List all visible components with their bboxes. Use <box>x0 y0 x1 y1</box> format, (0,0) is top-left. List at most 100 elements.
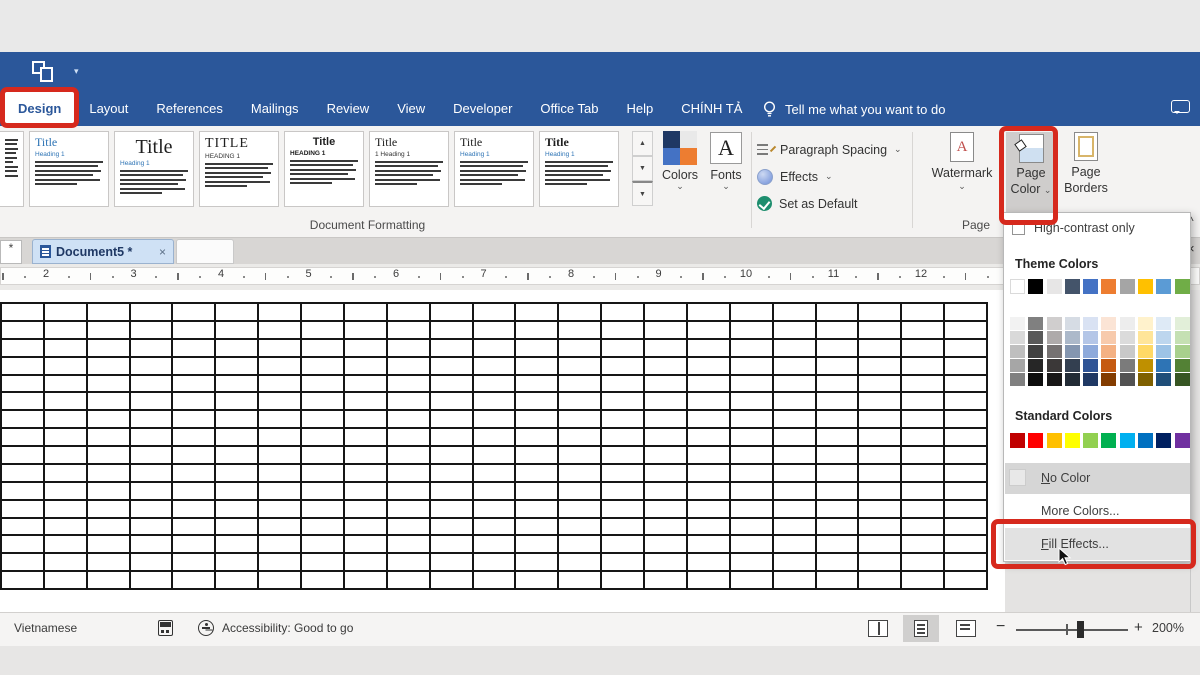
table-cell[interactable] <box>516 376 557 392</box>
active-document-tab[interactable]: Document5 * × <box>32 239 174 264</box>
variant-color-swatch[interactable] <box>1047 331 1062 344</box>
table-cell[interactable] <box>388 536 429 552</box>
table-cell[interactable] <box>302 519 343 535</box>
table-cell[interactable] <box>259 536 300 552</box>
table-cell[interactable] <box>345 322 386 338</box>
style-set-item[interactable] <box>0 131 24 207</box>
table-cell[interactable] <box>859 358 900 374</box>
table-cell[interactable] <box>2 483 43 499</box>
table-cell[interactable] <box>431 429 472 445</box>
table-cell[interactable] <box>345 554 386 570</box>
table-cell[interactable] <box>559 483 600 499</box>
variant-color-swatch[interactable] <box>1028 345 1043 358</box>
no-color-item[interactable]: No Color <box>1005 463 1190 494</box>
table-cell[interactable] <box>302 340 343 356</box>
table-cell[interactable] <box>774 519 815 535</box>
table-cell[interactable] <box>173 519 214 535</box>
table-cell[interactable] <box>645 429 686 445</box>
table-cell[interactable] <box>516 554 557 570</box>
variant-color-swatch[interactable] <box>1083 373 1098 386</box>
table-cell[interactable] <box>688 429 729 445</box>
table-cell[interactable] <box>559 501 600 517</box>
table-cell[interactable] <box>688 376 729 392</box>
table-cell[interactable] <box>302 536 343 552</box>
table-cell[interactable] <box>2 429 43 445</box>
table-cell[interactable] <box>645 304 686 320</box>
table-cell[interactable] <box>302 376 343 392</box>
table-cell[interactable] <box>2 447 43 463</box>
table-cell[interactable] <box>516 304 557 320</box>
table-cell[interactable] <box>474 483 515 499</box>
table-cell[interactable] <box>602 447 643 463</box>
table-cell[interactable] <box>559 322 600 338</box>
variant-color-swatch[interactable] <box>1175 359 1190 372</box>
table-cell[interactable] <box>2 465 43 481</box>
table-cell[interactable] <box>173 501 214 517</box>
table-cell[interactable] <box>259 572 300 588</box>
table-cell[interactable] <box>345 429 386 445</box>
table-cell[interactable] <box>345 572 386 588</box>
style-set-item[interactable]: Title1 Heading 1 <box>369 131 449 207</box>
standard-color-swatch[interactable] <box>1138 433 1153 448</box>
table-cell[interactable] <box>131 447 172 463</box>
table-cell[interactable] <box>859 411 900 427</box>
standard-color-swatch[interactable] <box>1156 433 1171 448</box>
variant-color-swatch[interactable] <box>1175 317 1190 330</box>
ribbon-tab-chính-tả[interactable]: CHÍNH TẢ <box>667 92 756 126</box>
watermark-button[interactable]: A Watermark ⌄ <box>918 132 1006 191</box>
table-cell[interactable] <box>131 483 172 499</box>
table-cell[interactable] <box>602 393 643 409</box>
variant-color-swatch[interactable] <box>1138 331 1153 344</box>
table-cell[interactable] <box>431 340 472 356</box>
table-cell[interactable] <box>173 376 214 392</box>
table-cell[interactable] <box>88 393 129 409</box>
table-cell[interactable] <box>431 322 472 338</box>
variant-color-swatch[interactable] <box>1083 317 1098 330</box>
proofing-icon[interactable] <box>158 620 173 636</box>
table-cell[interactable] <box>88 322 129 338</box>
variant-color-swatch[interactable] <box>1138 345 1153 358</box>
variant-color-swatch[interactable] <box>1101 331 1116 344</box>
table-cell[interactable] <box>345 358 386 374</box>
table-cell[interactable] <box>259 322 300 338</box>
table-cell[interactable] <box>216 358 257 374</box>
table-cell[interactable] <box>645 536 686 552</box>
standard-color-swatch[interactable] <box>1065 433 1080 448</box>
table-cell[interactable] <box>259 340 300 356</box>
table-cell[interactable] <box>859 393 900 409</box>
table-cell[interactable] <box>474 322 515 338</box>
variant-color-swatch[interactable] <box>1028 359 1043 372</box>
table-cell[interactable] <box>45 358 86 374</box>
table-cell[interactable] <box>902 501 943 517</box>
table-cell[interactable] <box>2 376 43 392</box>
table-cell[interactable] <box>302 393 343 409</box>
table-cell[interactable] <box>516 393 557 409</box>
theme-color-swatch[interactable] <box>1028 279 1043 294</box>
table-cell[interactable] <box>2 340 43 356</box>
variant-color-swatch[interactable] <box>1065 331 1080 344</box>
gallery-scroll-up-button[interactable]: ▲ <box>632 131 653 156</box>
table-cell[interactable] <box>731 358 772 374</box>
table-cell[interactable] <box>774 501 815 517</box>
table-cell[interactable] <box>173 465 214 481</box>
table-cell[interactable] <box>345 519 386 535</box>
language-status[interactable]: Vietnamese <box>14 621 77 635</box>
table-cell[interactable] <box>302 322 343 338</box>
variant-color-swatch[interactable] <box>1065 373 1080 386</box>
table-cell[interactable] <box>259 447 300 463</box>
theme-color-swatch[interactable] <box>1083 279 1098 294</box>
table-cell[interactable] <box>688 447 729 463</box>
table-cell[interactable] <box>302 572 343 588</box>
table-cell[interactable] <box>474 519 515 535</box>
table-cell[interactable] <box>45 572 86 588</box>
table-cell[interactable] <box>731 519 772 535</box>
table-cell[interactable] <box>688 519 729 535</box>
table-cell[interactable] <box>388 447 429 463</box>
table-cell[interactable] <box>774 483 815 499</box>
table-cell[interactable] <box>817 554 858 570</box>
variant-color-swatch[interactable] <box>1175 345 1190 358</box>
table-cell[interactable] <box>817 429 858 445</box>
table-cell[interactable] <box>559 465 600 481</box>
table-cell[interactable] <box>131 572 172 588</box>
variant-color-swatch[interactable] <box>1010 359 1025 372</box>
